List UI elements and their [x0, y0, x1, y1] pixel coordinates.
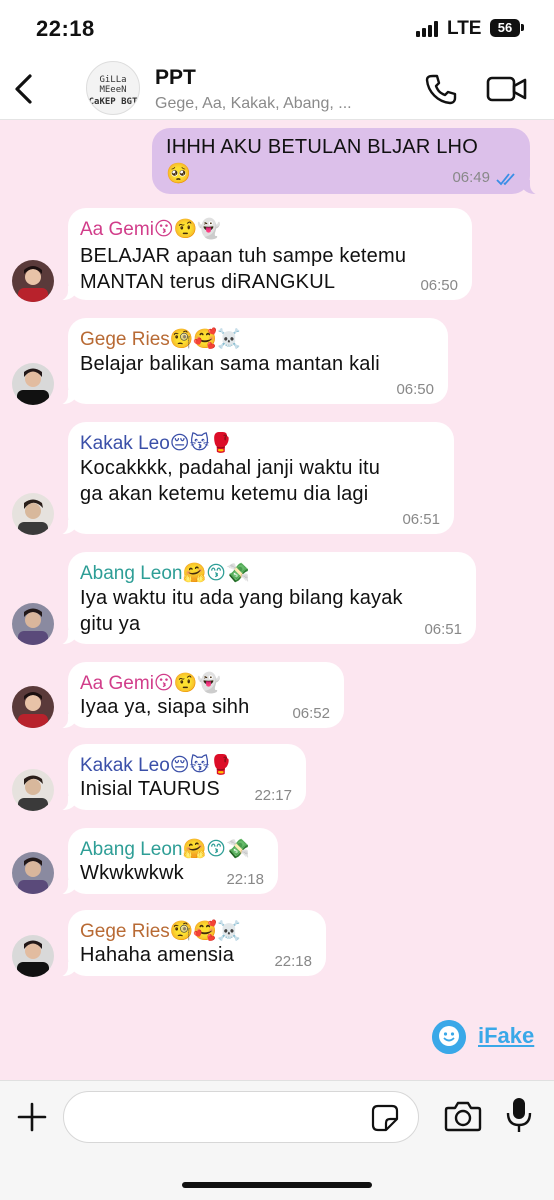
- message-line: ga akan ketemu ketemu dia lagi: [80, 483, 369, 505]
- sender-name: Aa Gemi😗🤨👻: [80, 219, 222, 240]
- avatar-gege-ries[interactable]: [12, 363, 54, 405]
- message-bubble[interactable]: Abang Leon🤗😙💸 Wkwkwkwk 22:18: [54, 828, 278, 895]
- group-avatar[interactable]: GiLLa MEeeN CaKEP BGT: [86, 61, 140, 115]
- sender-name: Abang Leon🤗😙💸: [80, 563, 250, 584]
- sender-name: Aa Gemi😗🤨👻: [80, 673, 222, 694]
- message-line: Hahaha amensia: [80, 944, 235, 966]
- signal-icon: [416, 21, 440, 37]
- chat-subtitle[interactable]: Gege, Aa, Kakak, Abang, ...: [155, 95, 352, 113]
- home-indicator: [182, 1182, 372, 1188]
- double-check-icon: [496, 173, 515, 186]
- microphone-icon[interactable]: [504, 1096, 534, 1134]
- message-line: Wkwkwkwk: [80, 862, 184, 884]
- message-time: 06:51: [402, 511, 440, 528]
- message-line: gitu ya: [80, 613, 141, 635]
- watermark-text[interactable]: iFake: [478, 1023, 534, 1049]
- video-icon[interactable]: [486, 74, 528, 104]
- avatar-aa-gemi[interactable]: [12, 686, 54, 728]
- message-bubble[interactable]: Aa Gemi😗🤨👻 Iyaa ya, siapa sihh 06:52: [54, 662, 344, 729]
- input-bar: [0, 1080, 554, 1200]
- status-time: 22:18: [36, 16, 95, 41]
- back-arrow-icon[interactable]: [10, 72, 38, 106]
- message-time: 06:50: [396, 381, 434, 398]
- message-time: 22:17: [254, 787, 292, 804]
- avatar-kakak-leo[interactable]: [12, 493, 54, 535]
- message-time: 06:49: [452, 169, 490, 186]
- message-time: 22:18: [226, 871, 264, 888]
- outgoing-message[interactable]: IHHH AKU BETULAN BLJAR LHO 🥺 06:49: [152, 128, 544, 195]
- message-time: 06:50: [420, 277, 458, 294]
- message-time: 06:52: [292, 705, 330, 722]
- battery-tip: [521, 24, 524, 31]
- chat-header: GiLLa MEeeN CaKEP BGT PPT Gege, Aa, Kaka…: [0, 60, 554, 120]
- sender-name: Kakak Leo😔😽🥊: [80, 433, 234, 454]
- avatar-abang-leon[interactable]: [12, 852, 54, 894]
- sender-name: Gege Ries🧐🥰☠️: [80, 329, 241, 350]
- message-bubble[interactable]: Kakak Leo😔😽🥊 Kocakkkk, padahal janji wak…: [54, 422, 454, 535]
- message-line: Kocakkkk, padahal janji waktu itu: [80, 457, 381, 479]
- message-line: Iya waktu itu ada yang bilang kayak: [80, 587, 403, 609]
- sticker-icon[interactable]: [370, 1103, 400, 1133]
- avatar-kakak-leo[interactable]: [12, 769, 54, 811]
- ifake-logo-icon: [432, 1020, 466, 1054]
- sender-name: Kakak Leo😔😽🥊: [80, 755, 234, 776]
- chat-title[interactable]: PPT: [155, 66, 196, 90]
- message-line: Belajar balikan sama mantan kali: [80, 353, 380, 375]
- message-time: 22:18: [274, 953, 312, 970]
- message-time: 06:51: [424, 621, 462, 638]
- message-line: MANTAN terus diRANGKUL: [80, 271, 336, 293]
- message-bubble[interactable]: Abang Leon🤗😙💸 Iya waktu itu ada yang bil…: [54, 552, 476, 645]
- plus-icon[interactable]: [16, 1101, 48, 1133]
- avatar-gege-ries[interactable]: [12, 935, 54, 977]
- group-avatar-line1: GiLLa MEeeN: [99, 75, 127, 95]
- sender-name: Abang Leon🤗😙💸: [80, 839, 250, 860]
- avatar-abang-leon[interactable]: [12, 603, 54, 645]
- status-bar: 22:18 LTE 56: [0, 0, 554, 60]
- message-text: IHHH AKU BETULAN BLJAR LHO: [166, 136, 478, 158]
- message-bubble[interactable]: Gege Ries🧐🥰☠️ Belajar balikan sama manta…: [54, 318, 448, 405]
- message-bubble[interactable]: Aa Gemi😗🤨👻 BELAJAR apaan tuh sampe ketem…: [54, 208, 472, 301]
- message-line: BELAJAR apaan tuh sampe ketemu: [80, 245, 407, 267]
- battery-icon: 56: [490, 19, 520, 37]
- message-bubble[interactable]: Gege Ries🧐🥰☠️ Hahaha amensia 22:18: [54, 910, 326, 977]
- message-line: Iyaa ya, siapa sihh: [80, 696, 250, 718]
- avatar-aa-gemi[interactable]: [12, 260, 54, 302]
- group-avatar-line2: CaKEP BGT: [88, 97, 138, 107]
- sender-name: Gege Ries🧐🥰☠️: [80, 921, 241, 942]
- camera-icon[interactable]: [444, 1099, 482, 1133]
- message-line: Inisial TAURUS: [80, 778, 220, 800]
- network-label: LTE: [447, 18, 482, 39]
- message-emoji: 🥺: [166, 163, 192, 185]
- message-input[interactable]: [63, 1091, 419, 1143]
- message-bubble[interactable]: Kakak Leo😔😽🥊 Inisial TAURUS 22:17: [54, 744, 306, 811]
- phone-icon[interactable]: [424, 72, 458, 106]
